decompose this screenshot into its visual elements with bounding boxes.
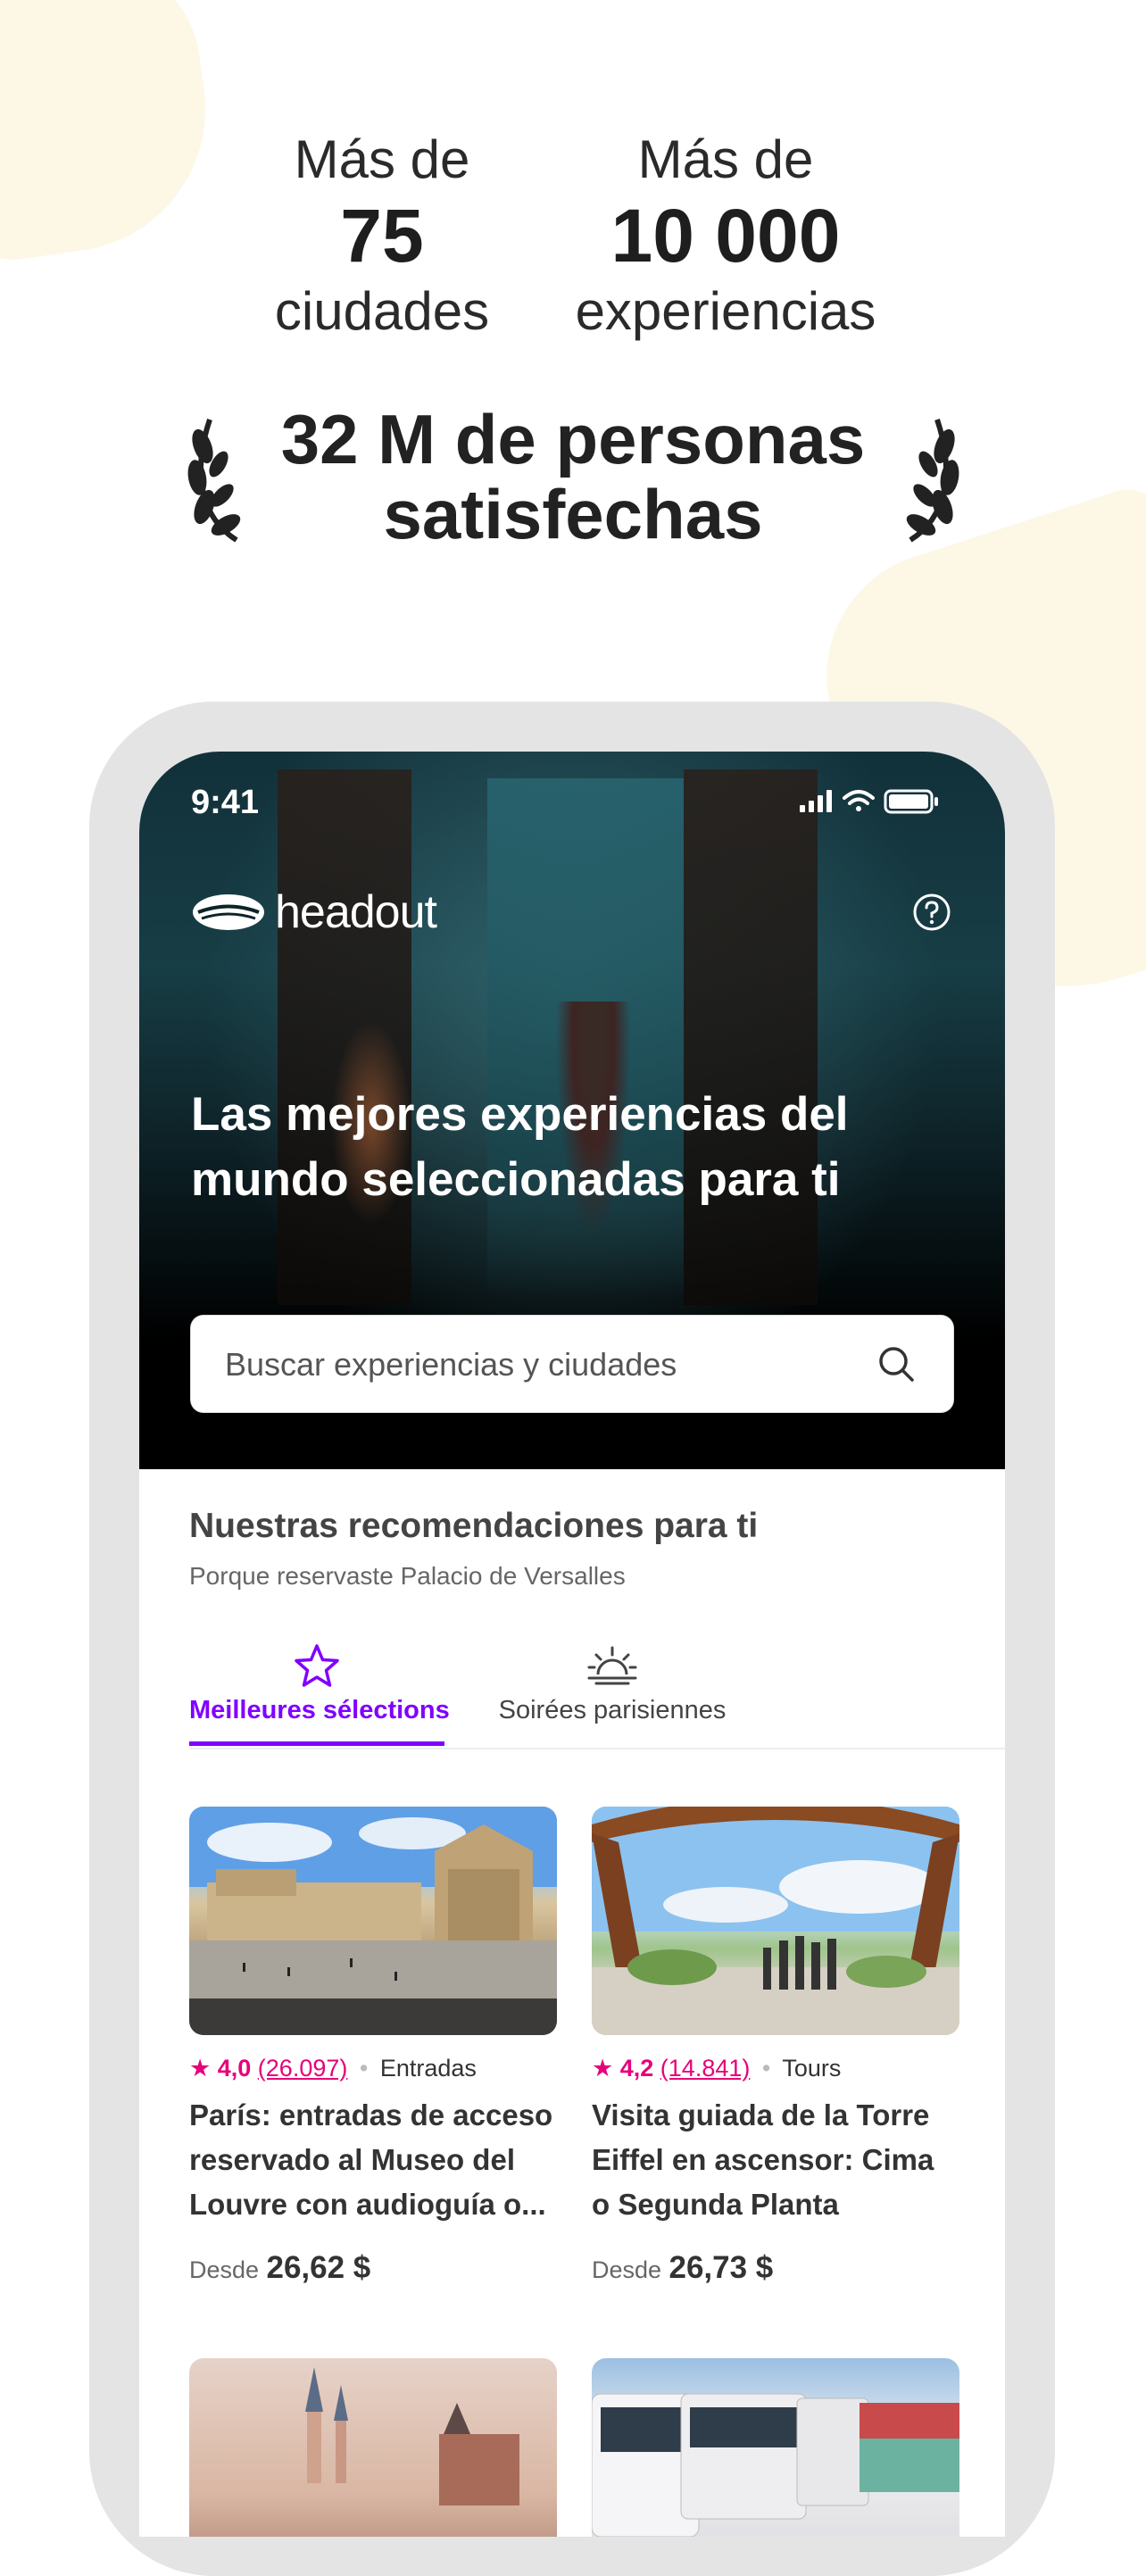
recommendations-title: Nuestras recomendaciones para ti <box>189 1507 759 1545</box>
blimp-logo-icon <box>193 894 264 930</box>
category-label: Tours <box>782 2055 842 2082</box>
headline-line-1: 32 M de personas <box>280 400 866 478</box>
stat-cities-number: 75 <box>340 194 424 278</box>
search-icon[interactable] <box>876 1344 916 1384</box>
tab-paris-evenings[interactable]: Soirées parisiennes <box>496 1635 728 1746</box>
search-placeholder: Buscar experiencias y ciudades <box>225 1346 677 1383</box>
louvre-image <box>189 1807 557 2035</box>
stat-experiences: Más de 10 000 experiencias <box>565 125 886 346</box>
experience-card-louvre[interactable]: ★ 4,0 (26.097) • Entradas París: entrada… <box>189 1807 557 2286</box>
eiffel-image <box>592 1807 959 2035</box>
star-icon <box>295 1644 339 1687</box>
stat-cities-suffix: ciudades <box>274 281 490 341</box>
wifi-icon <box>843 790 875 811</box>
experience-card-eiffel[interactable]: ★ 4,2 (14.841) • Tours Visita guiada de … <box>592 1807 959 2286</box>
rating-row: ★ 4,2 (14.841) • Tours <box>592 2055 959 2082</box>
experience-card-bus[interactable] <box>592 2358 959 2537</box>
satisfied-customers-headline: 32 M de personas satisfechas <box>0 402 1146 552</box>
tab-paris-evenings-label: Soirées parisiennes <box>498 1696 727 1724</box>
hero-banner: 9:41 headout Las mejores experiencias de… <box>139 752 1005 1469</box>
tab-best-picks[interactable]: Meilleures sélections <box>189 1635 450 1746</box>
help-icon[interactable] <box>912 893 951 932</box>
stat-cities-prefix: Más de <box>294 129 470 189</box>
rating-value: 4,2 <box>619 2055 654 2082</box>
stat-experiences-number: 10 000 <box>610 194 841 278</box>
search-input[interactable]: Buscar experiencias y ciudades <box>191 1316 953 1412</box>
headline-line-2: satisfechas <box>383 475 763 553</box>
castle-illustration <box>305 2367 519 2505</box>
rating-value: 4,0 <box>217 2055 252 2082</box>
price-prefix: Desde <box>592 2256 662 2283</box>
separator-dot: • <box>761 2055 771 2082</box>
louvre-illustration <box>189 1807 557 2035</box>
experience-card-disneyland[interactable] <box>189 2358 557 2537</box>
price-amount: 26,73 $ <box>668 2250 774 2285</box>
decorative-blob-top-left <box>0 0 224 267</box>
recommendations-subtitle: Porque reservaste Palacio de Versalles <box>189 1562 626 1590</box>
price-row: Desde 26,73 $ <box>592 2250 959 2286</box>
hero-title: Las mejores experiencias del mundo selec… <box>191 1088 849 1206</box>
headout-logo[interactable]: headout <box>189 885 437 939</box>
eiffel-illustration <box>592 1807 959 2035</box>
separator-dot: • <box>359 2055 369 2082</box>
status-bar-icons <box>800 789 938 814</box>
phone-screen: 9:41 headout Las mejores experiencias de… <box>139 752 1005 2537</box>
hero-pillar-right <box>684 769 818 1305</box>
card-title[interactable]: París: entradas de acceso reservado al M… <box>189 2093 557 2227</box>
category-tabs: Meilleures sélections Soirées parisienne… <box>189 1635 1005 1749</box>
stat-experiences-prefix: Más de <box>637 129 814 189</box>
review-count-link[interactable]: (26.097) <box>258 2055 348 2082</box>
rating-star-icon: ★ <box>189 2055 212 2082</box>
castle-image <box>189 2358 557 2537</box>
cellular-signal-icon <box>800 790 832 812</box>
sunset-icon <box>587 1646 637 1685</box>
category-label: Entradas <box>379 2055 477 2082</box>
price-prefix: Desde <box>189 2256 260 2283</box>
bus-image <box>592 2358 959 2537</box>
battery-icon <box>884 789 938 814</box>
tab-best-picks-label: Meilleures sélections <box>189 1696 450 1724</box>
review-count-link[interactable]: (14.841) <box>660 2055 751 2082</box>
card-title[interactable]: Visita guiada de la Torre Eiffel en asce… <box>592 2093 959 2227</box>
price-row: Desde 26,62 $ <box>189 2250 557 2286</box>
bus-illustration <box>592 2393 959 2537</box>
status-bar-time: 9:41 <box>191 784 260 821</box>
price-amount: 26,62 $ <box>266 2250 371 2285</box>
rating-star-icon: ★ <box>592 2055 614 2082</box>
logo-text: headout <box>275 886 437 938</box>
rating-row: ★ 4,0 (26.097) • Entradas <box>189 2055 557 2082</box>
stat-experiences-suffix: experiencias <box>575 281 876 341</box>
stat-cities: Más de 75 ciudades <box>221 125 543 346</box>
